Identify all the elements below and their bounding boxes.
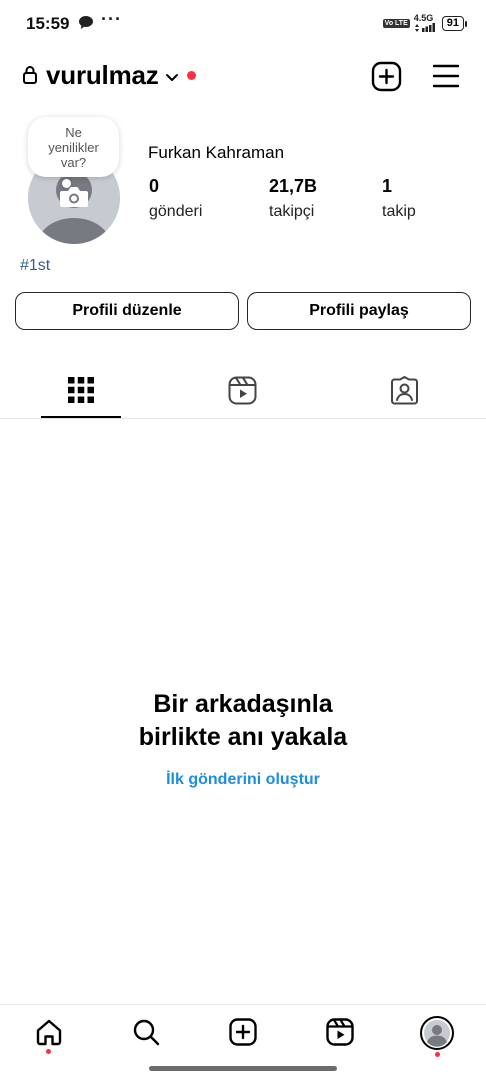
search-icon xyxy=(133,1019,160,1046)
home-notification-dot xyxy=(46,1049,51,1054)
tab-tagged[interactable] xyxy=(390,376,419,410)
hamburger-menu-icon[interactable] xyxy=(432,63,460,94)
username-switcher[interactable]: vurulmaz xyxy=(46,60,159,91)
profile-avatar-icon xyxy=(420,1016,454,1050)
lock-icon xyxy=(22,65,38,90)
reels-icon xyxy=(326,1018,354,1046)
nav-profile[interactable] xyxy=(420,1016,454,1055)
nav-search[interactable] xyxy=(132,1018,160,1051)
camera-icon xyxy=(59,185,89,214)
empty-state-title-line1: Bir arkadaşınla xyxy=(153,690,333,718)
grid-icon xyxy=(68,377,94,403)
stat-following-value: 1 xyxy=(382,176,393,196)
chevron-down-icon[interactable] xyxy=(165,70,179,88)
edit-profile-button[interactable]: Profili düzenle xyxy=(15,292,239,330)
network-type: 4.5G xyxy=(413,13,434,23)
tab-grid[interactable] xyxy=(68,377,94,408)
empty-state-title: Bir arkadaşınla birlikte anı yakala xyxy=(0,688,486,754)
status-time: 15:59 xyxy=(26,14,70,33)
reels-icon xyxy=(228,376,257,405)
stat-posts-label: gönderi xyxy=(149,203,203,220)
note-bubble-tail xyxy=(62,179,71,188)
battery-icon: 91 xyxy=(441,15,468,31)
tabs-divider xyxy=(0,418,486,419)
stat-followers-value: 21,7B xyxy=(269,176,318,196)
notification-dot xyxy=(187,71,196,80)
home-icon xyxy=(36,1019,62,1046)
nav-home[interactable] xyxy=(35,1018,63,1051)
note-bubble-text: Ne yenilikler var? xyxy=(48,125,99,170)
share-profile-button[interactable]: Profili paylaş xyxy=(247,292,471,330)
create-icon xyxy=(229,1018,257,1046)
note-bubble[interactable]: Ne yenilikler var? xyxy=(28,117,119,177)
nav-create[interactable] xyxy=(229,1018,257,1051)
stat-followers-label: takipçi xyxy=(269,203,315,220)
bottom-nav-divider xyxy=(0,1004,486,1005)
add-post-icon[interactable] xyxy=(371,61,402,97)
chat-bubble-icon xyxy=(78,15,94,35)
profile-full-name: Furkan Kahraman xyxy=(148,143,285,162)
stat-followers[interactable]: 21,7B takipçi xyxy=(269,176,317,221)
tagged-icon xyxy=(391,376,418,405)
status-indicators: Vo LTE 4.5G 91 xyxy=(382,13,468,32)
stat-posts-value: 0 xyxy=(149,176,160,196)
stat-following-label: takip xyxy=(382,203,416,220)
bio-hashtag[interactable]: #1st xyxy=(20,257,50,275)
profile-notification-dot xyxy=(435,1052,440,1057)
tab-reels[interactable] xyxy=(228,376,257,410)
more-dots-icon: ··· xyxy=(101,9,122,29)
battery-level: 91 xyxy=(446,16,459,29)
stat-posts: 0 gönderi xyxy=(149,176,202,221)
gesture-home-bar[interactable] xyxy=(149,1066,337,1071)
signal-icon xyxy=(414,23,435,32)
volte-badge: Vo LTE xyxy=(382,18,410,28)
create-first-post-link[interactable]: İlk gönderini oluştur xyxy=(0,771,486,789)
nav-reels[interactable] xyxy=(326,1018,354,1051)
stat-following[interactable]: 1 takip xyxy=(382,176,416,221)
empty-state-title-line2: birlikte anı yakala xyxy=(138,723,348,751)
